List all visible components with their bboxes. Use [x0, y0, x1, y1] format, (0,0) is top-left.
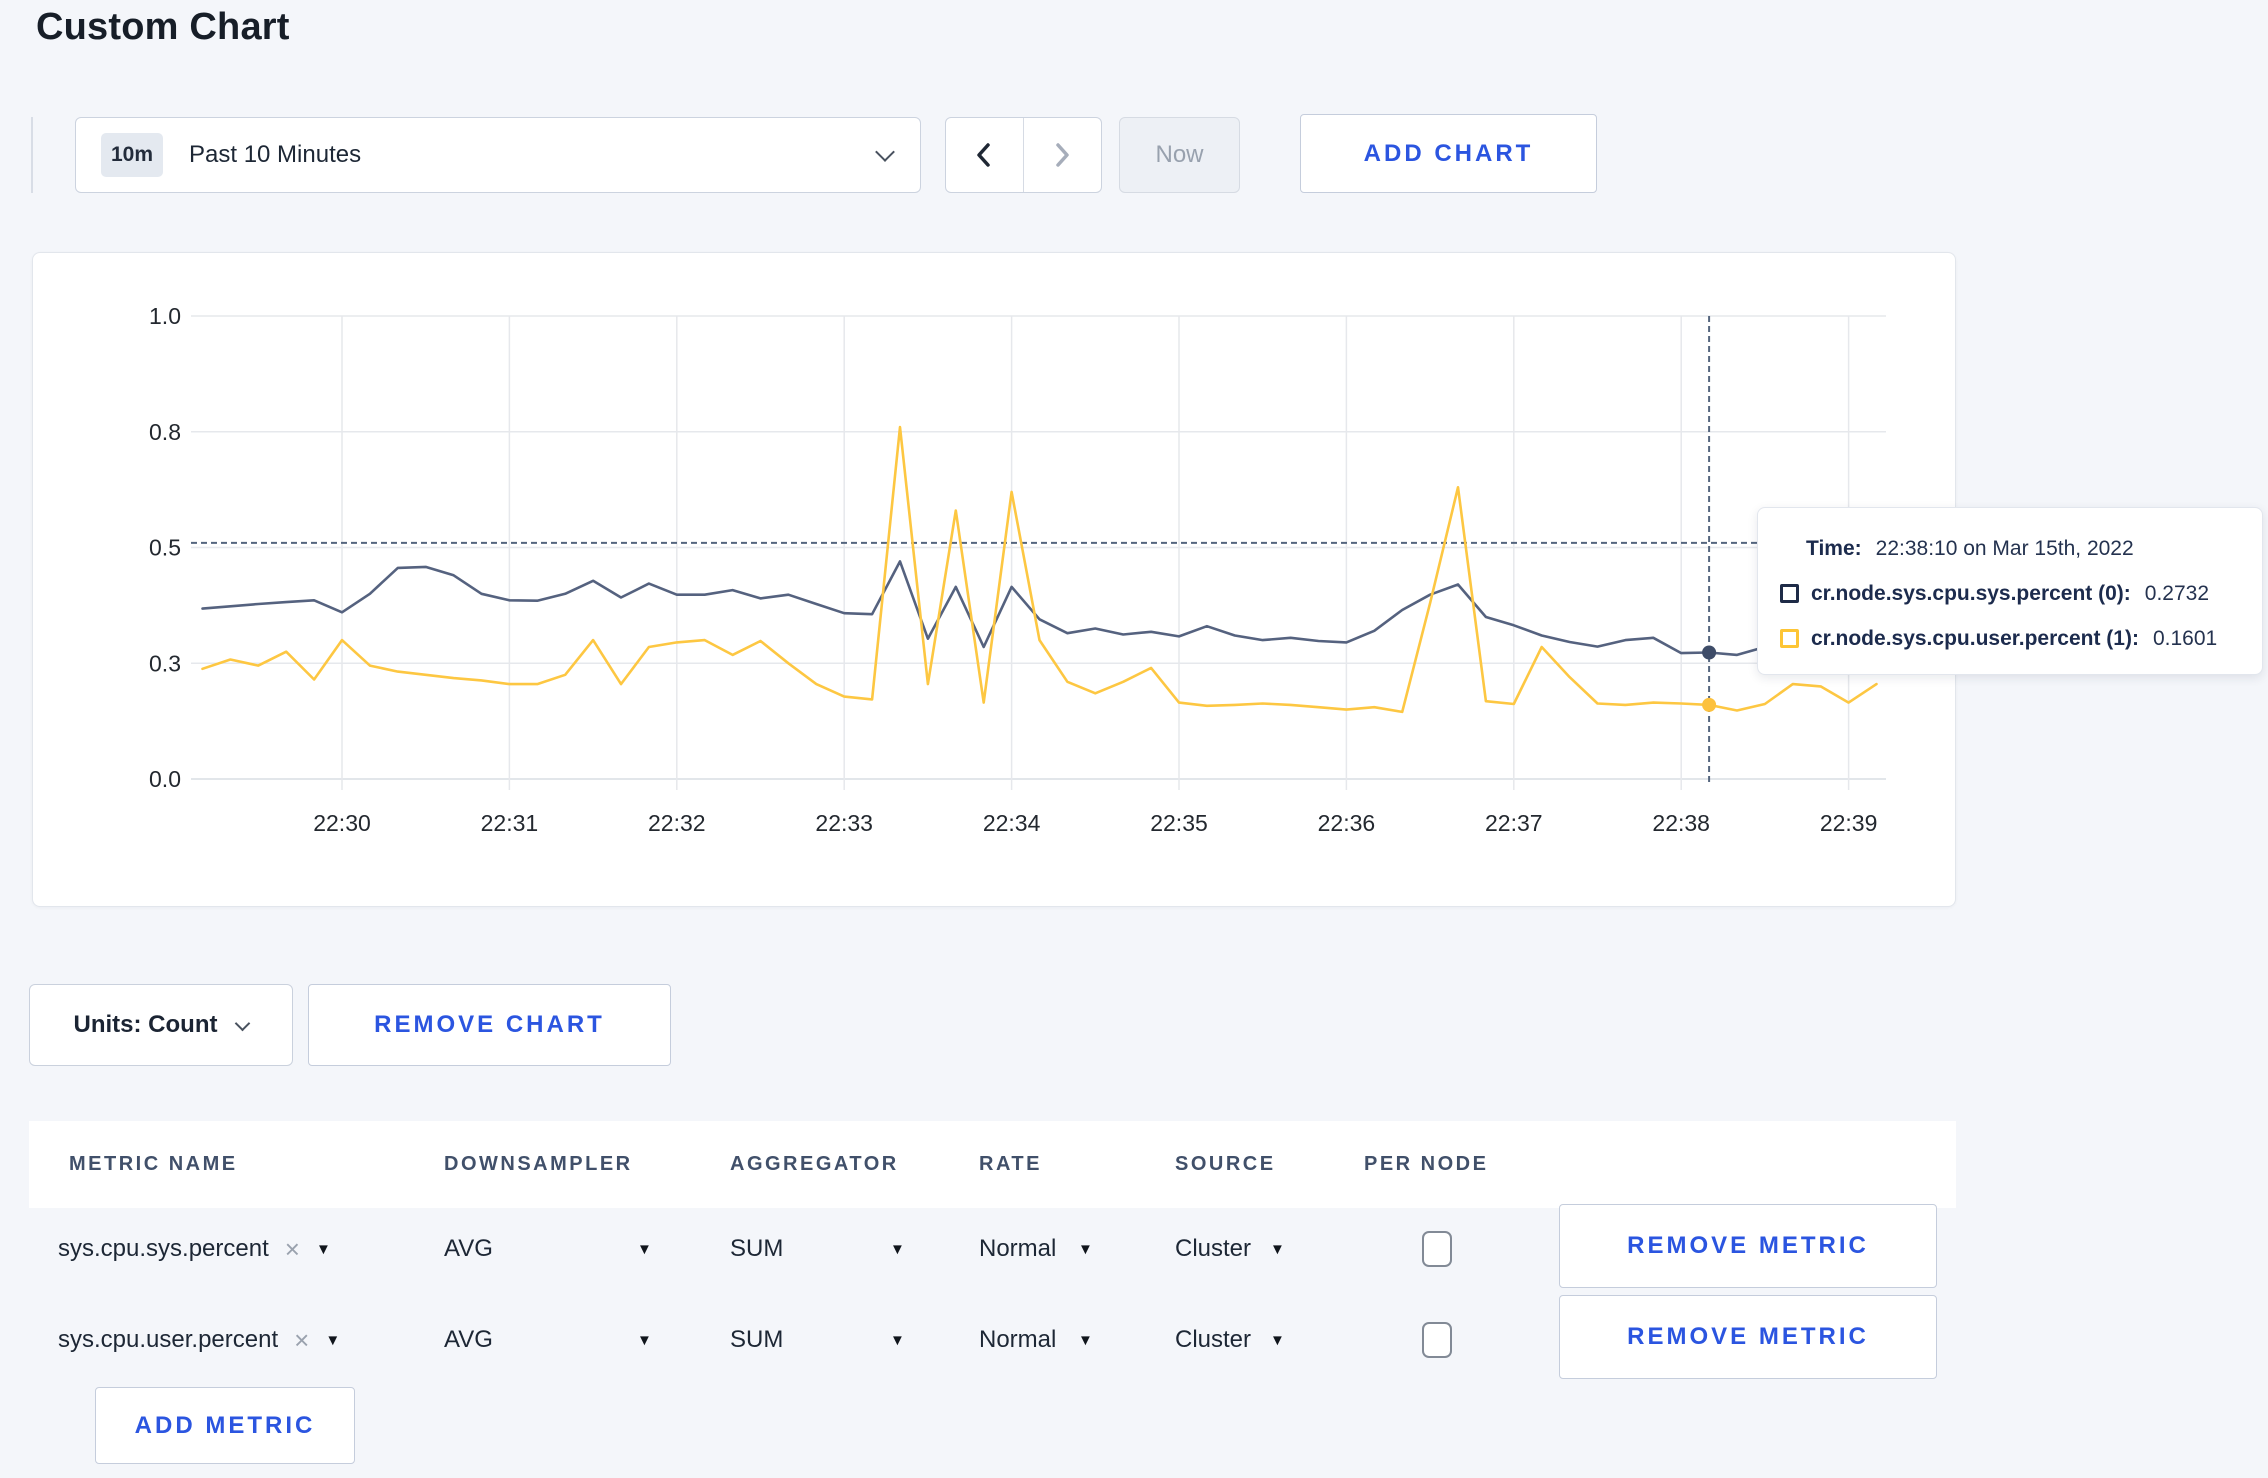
svg-text:22:30: 22:30 [313, 810, 371, 836]
svg-text:0.3: 0.3 [149, 650, 181, 676]
svg-text:22:36: 22:36 [1318, 810, 1376, 836]
svg-text:22:39: 22:39 [1820, 810, 1878, 836]
aggregator-select[interactable]: SUM [730, 1203, 783, 1295]
metric-name-value: sys.cpu.user.percent [58, 1326, 279, 1353]
remove-chart-button[interactable]: REMOVE CHART [308, 984, 671, 1066]
metric-name-value: sys.cpu.sys.percent [58, 1235, 269, 1262]
next-time-button[interactable] [1024, 118, 1102, 192]
now-button[interactable]: Now [1119, 117, 1240, 193]
per-node-checkbox[interactable] [1422, 1231, 1452, 1267]
time-range-label: Past 10 Minutes [189, 141, 362, 168]
source-select[interactable]: Cluster [1175, 1203, 1251, 1295]
chart-tooltip: Time: 22:38:10 on Mar 15th, 2022 cr.node… [1757, 507, 2263, 675]
svg-text:22:37: 22:37 [1485, 810, 1543, 836]
tooltip-time-row: Time: 22:38:10 on Mar 15th, 2022 [1758, 526, 2262, 571]
svg-text:0.5: 0.5 [149, 535, 181, 561]
rate-select[interactable]: Normal [979, 1294, 1056, 1386]
prev-time-button[interactable] [946, 118, 1024, 192]
caret-down-icon[interactable]: ▼ [637, 1203, 652, 1295]
caret-down-icon[interactable]: ▼ [1078, 1294, 1093, 1386]
series-swatch-icon [1780, 629, 1799, 648]
per-node-checkbox[interactable] [1422, 1322, 1452, 1358]
add-chart-button[interactable]: ADD CHART [1300, 114, 1597, 193]
units-label: Units: Count [73, 1011, 218, 1038]
caret-down-icon[interactable]: ▼ [890, 1203, 905, 1295]
svg-text:22:38: 22:38 [1652, 810, 1710, 836]
column-header-per-node: PER NODE [1364, 1153, 1489, 1175]
svg-text:0.0: 0.0 [149, 766, 181, 792]
tooltip-series-label: cr.node.sys.cpu.user.percent (1): [1811, 626, 2139, 650]
svg-text:22:32: 22:32 [648, 810, 706, 836]
chevron-down-icon [235, 1015, 251, 1031]
clear-icon[interactable]: × [294, 1327, 309, 1353]
metrics-table-header: METRIC NAME DOWNSAMPLER AGGREGATOR RATE … [29, 1121, 1956, 1208]
chevron-down-icon [875, 142, 895, 162]
aggregator-select[interactable]: SUM [730, 1294, 783, 1386]
svg-text:22:31: 22:31 [481, 810, 539, 836]
chevron-left-icon [977, 143, 990, 167]
svg-text:0.8: 0.8 [149, 419, 181, 445]
page-title: Custom Chart [36, 6, 290, 48]
downsampler-select[interactable]: AVG [444, 1294, 493, 1386]
column-header-downsampler: DOWNSAMPLER [444, 1153, 633, 1175]
caret-down-icon[interactable]: ▼ [637, 1294, 652, 1386]
tooltip-time-label: Time: [1806, 536, 1862, 560]
caret-down-icon[interactable]: ▼ [1078, 1203, 1093, 1295]
time-range-select[interactable]: 10m Past 10 Minutes [75, 117, 921, 193]
caret-down-icon: ▼ [315, 1240, 331, 1258]
downsampler-select[interactable]: AVG [444, 1203, 493, 1295]
time-nav-group [945, 117, 1102, 193]
metric-row: sys.cpu.sys.percent × ▼ AVG ▼ SUM ▼ Norm… [29, 1203, 1956, 1295]
tooltip-series-label: cr.node.sys.cpu.sys.percent (0): [1811, 581, 2131, 605]
caret-down-icon[interactable]: ▼ [1270, 1294, 1285, 1386]
tooltip-time-value: 22:38:10 on Mar 15th, 2022 [1875, 536, 2134, 560]
source-select[interactable]: Cluster [1175, 1294, 1251, 1386]
time-range-badge: 10m [101, 133, 163, 177]
chevron-right-icon [1056, 143, 1069, 167]
caret-down-icon: ▼ [325, 1331, 341, 1349]
caret-down-icon[interactable]: ▼ [890, 1294, 905, 1386]
metric-name-select[interactable]: sys.cpu.sys.percent × ▼ [58, 1203, 331, 1295]
column-header-metric-name: METRIC NAME [69, 1153, 238, 1175]
chart-card: 1.0 0.8 0.5 0.3 0.0 22:30 22:31 22:32 22:33 22:34… [32, 252, 1956, 907]
add-metric-button[interactable]: ADD METRIC [95, 1387, 355, 1464]
caret-down-icon[interactable]: ▼ [1270, 1203, 1285, 1295]
remove-metric-button[interactable]: REMOVE METRIC [1559, 1295, 1937, 1379]
column-header-source: SOURCE [1175, 1153, 1276, 1175]
metric-row: sys.cpu.user.percent × ▼ AVG ▼ SUM ▼ Nor… [29, 1294, 1956, 1386]
remove-metric-button[interactable]: REMOVE METRIC [1559, 1204, 1937, 1288]
rate-select[interactable]: Normal [979, 1203, 1056, 1295]
svg-text:22:34: 22:34 [983, 810, 1041, 836]
clear-icon[interactable]: × [285, 1236, 300, 1262]
column-header-aggregator: AGGREGATOR [730, 1153, 899, 1175]
tooltip-series-value: 0.1601 [2152, 626, 2218, 650]
svg-text:1.0: 1.0 [149, 303, 181, 329]
tooltip-series-value: 0.2732 [2144, 581, 2210, 605]
units-select[interactable]: Units: Count [29, 984, 293, 1066]
controls-divider [31, 117, 33, 193]
column-header-rate: RATE [979, 1153, 1042, 1175]
timeseries-chart[interactable]: 1.0 0.8 0.5 0.3 0.0 22:30 22:31 22:32 22:33 22:34… [33, 253, 1957, 908]
series-swatch-icon [1780, 584, 1799, 603]
svg-text:22:33: 22:33 [815, 810, 873, 836]
tooltip-series-row: cr.node.sys.cpu.user.percent (1): 0.1601 [1758, 616, 2262, 661]
tooltip-series-row: cr.node.sys.cpu.sys.percent (0): 0.2732 [1758, 571, 2262, 616]
metric-name-select[interactable]: sys.cpu.user.percent × ▼ [58, 1294, 340, 1386]
svg-text:22:35: 22:35 [1150, 810, 1208, 836]
